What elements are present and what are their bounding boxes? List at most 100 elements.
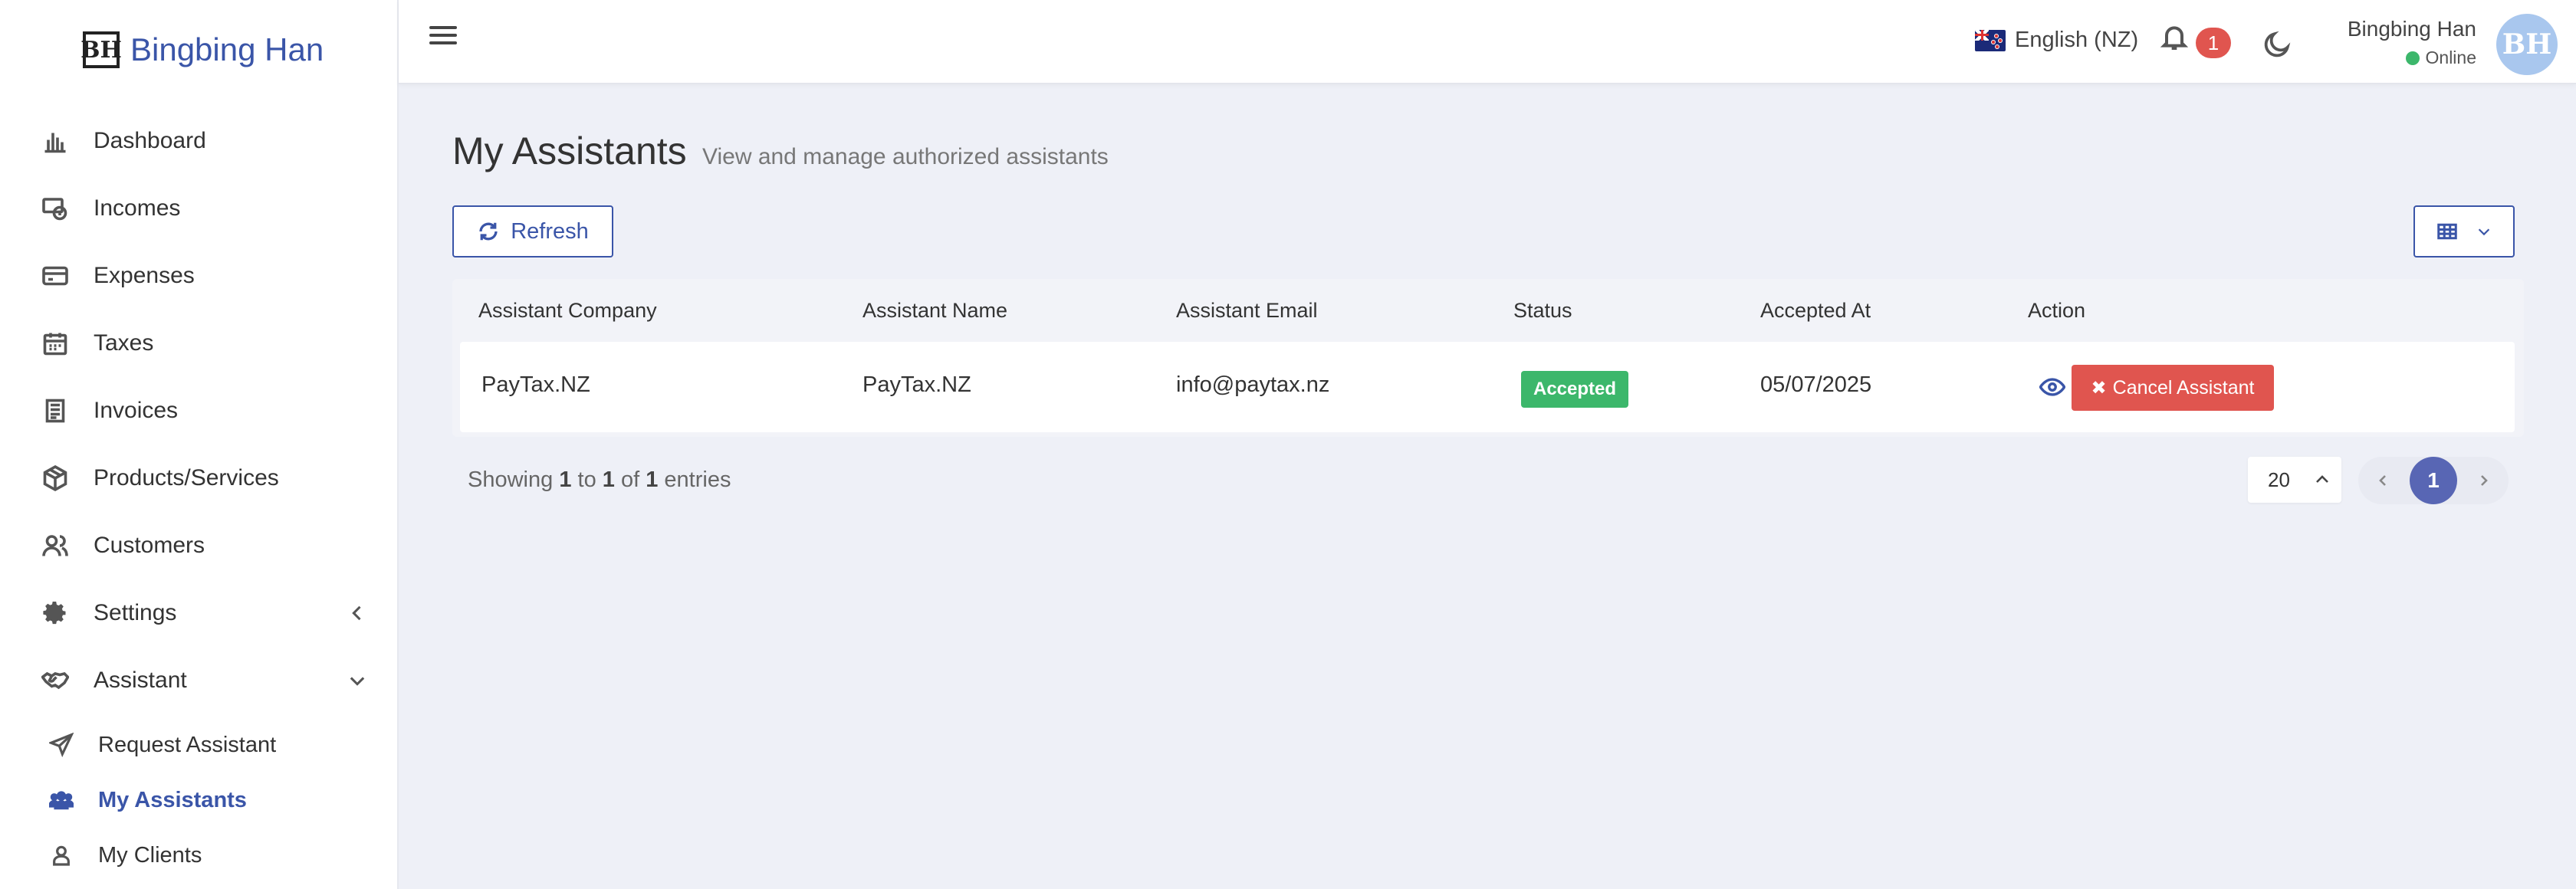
table-icon (2437, 223, 2457, 240)
sidebar-item-my-clients[interactable]: My Clients (0, 828, 399, 883)
sidebar-item-label: Invoices (94, 398, 179, 423)
handshake-icon (40, 665, 71, 696)
brand[interactable]: BH Bingbing Han (80, 28, 324, 72)
chevron-down-icon (2478, 228, 2490, 236)
menu-toggle-icon[interactable] (429, 21, 457, 49)
column-header-email[interactable]: Assistant Email (1176, 299, 1318, 323)
avatar[interactable]: BH (2496, 14, 2558, 75)
sidebar: BH Bingbing Han Dashboard Incomes Expens… (0, 0, 399, 889)
showing-total: 1 (646, 467, 659, 492)
column-toggle-button[interactable] (2413, 205, 2515, 258)
bar-chart-icon (40, 126, 71, 156)
column-header-status[interactable]: Status (1513, 299, 1572, 323)
language-selector[interactable]: English (NZ) (1975, 28, 2138, 53)
sidebar-item-products-services[interactable]: Products/Services (0, 444, 399, 512)
page-size-value: 20 (2268, 467, 2290, 491)
sidebar-item-my-assistants[interactable]: My Assistants (0, 773, 399, 828)
sidebar-item-invoices[interactable]: Invoices (0, 377, 399, 444)
user-status-label: Online (2425, 48, 2476, 67)
page-title: My Assistants (452, 130, 687, 172)
paper-plane-icon (48, 731, 75, 759)
brand-name: Bingbing Han (130, 31, 324, 67)
cell-name: PayTax.NZ (863, 372, 971, 397)
eye-icon[interactable] (2039, 376, 2067, 399)
sidebar-item-label: Dashboard (94, 128, 206, 153)
sidebar-item-label: Expenses (94, 263, 195, 288)
cell-company: PayTax.NZ (481, 372, 590, 397)
sidebar-item-assistant[interactable]: Assistant (0, 647, 399, 714)
status-badge: Accepted (1521, 371, 1629, 408)
user-icon (48, 841, 75, 869)
sidebar-item-label: My Clients (98, 842, 202, 868)
showing-from: 1 (559, 467, 572, 492)
moon-icon[interactable] (2263, 29, 2294, 60)
table-info: Showing 1 to 1 of 1 entries (468, 467, 731, 493)
user-group-icon (48, 786, 75, 814)
showing-to-word: to (577, 467, 596, 492)
sidebar-item-expenses[interactable]: Expenses (0, 242, 399, 310)
chevron-right-icon (2481, 475, 2488, 486)
bell-icon[interactable] (2159, 21, 2193, 55)
invoice-icon (40, 395, 71, 426)
credit-card-icon (40, 261, 71, 291)
sidebar-item-incomes[interactable]: Incomes (0, 175, 399, 242)
assistants-table: Assistant Company Assistant Name Assista… (452, 279, 2524, 437)
sidebar-item-taxes[interactable]: Taxes (0, 310, 399, 377)
cancel-assistant-button[interactable]: ✖ Cancel Assistant (2072, 365, 2274, 411)
language-label: English (NZ) (2015, 28, 2139, 52)
column-header-action: Action (2028, 299, 2086, 322)
sidebar-item-label: Products/Services (94, 465, 279, 490)
sidebar-nav: Dashboard Incomes Expenses Taxes Invoice… (0, 107, 399, 883)
sidebar-item-label: Assistant (94, 668, 187, 693)
online-status-dot-icon (2405, 51, 2420, 65)
income-icon (40, 193, 71, 224)
column-header-name[interactable]: Assistant Name (863, 299, 1007, 323)
sidebar-item-customers[interactable]: Customers (0, 512, 399, 579)
sidebar-item-label: Incomes (94, 195, 181, 221)
sidebar-item-label: Settings (94, 600, 177, 625)
prev-page-button[interactable] (2361, 459, 2404, 502)
chevron-left-icon (347, 602, 368, 624)
showing-to: 1 (602, 467, 615, 492)
calendar-icon (40, 328, 71, 359)
refresh-button-label: Refresh (511, 218, 589, 244)
chevron-down-icon (347, 670, 368, 691)
page-size-select[interactable]: 20 (2248, 457, 2341, 503)
showing-prefix: Showing (468, 467, 554, 492)
showing-entries-word: entries (664, 467, 731, 492)
sidebar-item-dashboard[interactable]: Dashboard (0, 107, 399, 175)
cell-email: info@paytax.nz (1176, 372, 1330, 397)
sidebar-item-request-assistant[interactable]: Request Assistant (0, 717, 399, 773)
column-header-company[interactable]: Assistant Company (478, 299, 657, 323)
next-page-button[interactable] (2463, 459, 2505, 502)
gear-icon (40, 598, 71, 628)
refresh-icon (479, 222, 498, 241)
page-subtitle: View and manage authorized assistants (702, 144, 1109, 169)
sidebar-item-label: My Assistants (98, 787, 247, 812)
brand-logo-icon: BH (80, 31, 122, 68)
column-header-accepted-at[interactable]: Accepted At (1760, 299, 1871, 323)
refresh-button[interactable]: Refresh (452, 205, 613, 258)
sidebar-item-label: Taxes (94, 330, 154, 356)
box-icon (40, 463, 71, 494)
nz-flag-icon (1975, 29, 2006, 51)
assistant-submenu: Request Assistant My Assistants My Clien… (0, 714, 399, 883)
chevron-left-icon (2379, 475, 2386, 486)
sidebar-item-label: Customers (94, 533, 205, 558)
table-row: PayTax.NZ PayTax.NZ info@paytax.nz Accep… (460, 342, 2515, 432)
table-header: Assistant Company Assistant Name Assista… (452, 279, 2524, 342)
sidebar-item-label: Request Assistant (98, 732, 277, 757)
sidebar-item-settings[interactable]: Settings (0, 579, 399, 647)
showing-of-word: of (620, 467, 640, 492)
topbar: English (NZ) 1 Bingbing Han Online BH (399, 0, 2576, 84)
users-icon (40, 530, 71, 561)
user-name: Bingbing Han (2347, 17, 2476, 41)
cell-accepted-at: 05/07/2025 (1760, 372, 1872, 397)
pagination: 1 (2358, 457, 2509, 504)
close-icon: ✖ (2091, 377, 2107, 399)
cancel-assistant-label: Cancel Assistant (2112, 376, 2255, 399)
notification-count-badge: 1 (2196, 28, 2231, 58)
page-number-button[interactable]: 1 (2410, 457, 2457, 504)
chevron-up-icon (2316, 475, 2328, 483)
user-status: Online (2405, 48, 2476, 68)
